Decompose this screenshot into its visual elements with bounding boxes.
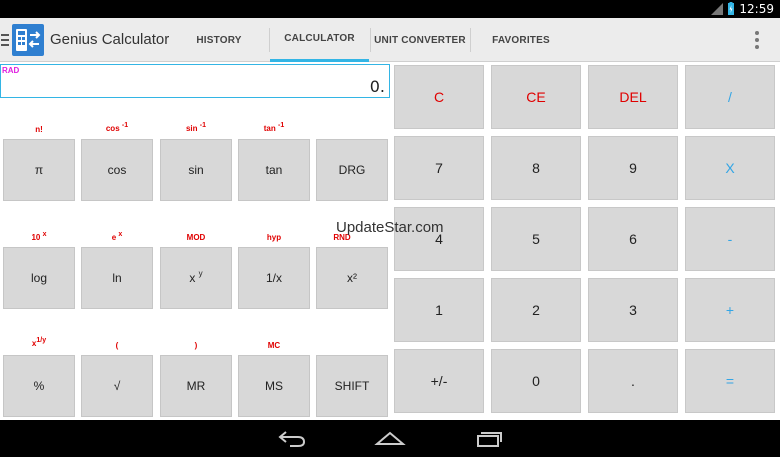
secondary-label-root-y: x1/y	[31, 337, 47, 348]
secondary-label-arccos: cos -1	[105, 122, 129, 133]
action-bar: Genius Calculator HISTORY CALCULATOR UNI…	[0, 18, 780, 62]
delete-button[interactable]: DEL	[588, 65, 678, 129]
divide-button[interactable]: /	[685, 65, 775, 129]
memory-store-button[interactable]: MS	[238, 355, 310, 417]
reciprocal-button[interactable]: 1/x	[238, 247, 310, 309]
add-button[interactable]: +	[685, 278, 775, 342]
negate-button[interactable]: +/-	[394, 349, 484, 413]
watermark-text: UpdateStar.com	[336, 219, 444, 236]
subtract-button[interactable]: -	[685, 207, 775, 271]
decimal-button[interactable]: .	[588, 349, 678, 413]
tab-calculator[interactable]: CALCULATOR	[270, 18, 369, 62]
percent-button[interactable]: %	[3, 355, 75, 417]
digit-7-button[interactable]: 7	[394, 136, 484, 200]
secondary-label-ten-power: 10 x	[31, 231, 47, 242]
secondary-label-close-paren: )	[194, 341, 198, 350]
overflow-menu-icon[interactable]	[754, 30, 760, 50]
digit-9-button[interactable]: 9	[588, 136, 678, 200]
digit-8-button[interactable]: 8	[491, 136, 581, 200]
secondary-label-open-paren: (	[115, 341, 119, 350]
memory-recall-button[interactable]: MR	[160, 355, 232, 417]
multiply-button[interactable]: X	[685, 136, 775, 200]
digit-1-button[interactable]: 1	[394, 278, 484, 342]
battery-charging-icon	[728, 2, 735, 15]
digit-3-button[interactable]: 3	[588, 278, 678, 342]
clear-button[interactable]: C	[394, 65, 484, 129]
digit-0-button[interactable]: 0	[491, 349, 581, 413]
digit-5-button[interactable]: 5	[491, 207, 581, 271]
display-field[interactable]: RAD 0.	[0, 64, 390, 98]
numeric-keypad: C CE DEL / 7 8 9 X 4 5 6 - 1 2 3 + +/- 0…	[392, 62, 780, 420]
secondary-label-arctan: tan -1	[263, 122, 285, 133]
x-power-y-button[interactable]: x y	[160, 247, 232, 309]
clear-entry-button[interactable]: CE	[491, 65, 581, 129]
ln-button[interactable]: ln	[81, 247, 153, 309]
cos-button[interactable]: cos	[81, 139, 153, 201]
angle-mode-label: RAD	[2, 66, 20, 75]
sqrt-button[interactable]: √	[81, 355, 153, 417]
tab-unit-converter[interactable]: UNIT CONVERTER	[371, 18, 469, 62]
secondary-label-arcsin: sin -1	[185, 122, 207, 133]
calculator-body: RAD 0. n! cos -1 sin -1 tan -1 π cos sin…	[0, 62, 780, 420]
drg-button[interactable]: DRG	[316, 139, 388, 201]
status-icons: 12:59	[711, 1, 774, 17]
app-title: Genius Calculator	[50, 31, 170, 48]
recent-apps-icon[interactable]	[472, 428, 504, 448]
sin-button[interactable]: sin	[160, 139, 232, 201]
digit-6-button[interactable]: 6	[588, 207, 678, 271]
secondary-label-mod: MOD	[186, 233, 206, 242]
tab-favorites[interactable]: FAVORITES	[471, 18, 571, 62]
display-value: 0.	[369, 77, 385, 96]
status-time: 12:59	[739, 2, 774, 16]
secondary-label-factorial: n!	[35, 125, 43, 134]
secondary-label-mc: MC	[267, 341, 281, 350]
tan-button[interactable]: tan	[238, 139, 310, 201]
status-bar: 12:59	[0, 0, 780, 18]
pi-button[interactable]: π	[3, 139, 75, 201]
drawer-icon[interactable]	[1, 34, 9, 46]
equals-button[interactable]: =	[685, 349, 775, 413]
signal-icon	[711, 3, 724, 15]
log-button[interactable]: log	[3, 247, 75, 309]
square-button[interactable]: x²	[316, 247, 388, 309]
tab-history[interactable]: HISTORY	[170, 18, 268, 62]
digit-4-button[interactable]: 4	[394, 207, 484, 271]
back-icon[interactable]	[276, 428, 308, 448]
shift-button[interactable]: SHIFT	[316, 355, 388, 417]
calculator-icon[interactable]	[12, 24, 44, 56]
secondary-label-hyp: hyp	[266, 233, 282, 242]
navigation-bar	[0, 420, 780, 457]
secondary-label-e-power: e x	[111, 231, 123, 242]
home-icon[interactable]	[374, 428, 406, 448]
digit-2-button[interactable]: 2	[491, 278, 581, 342]
